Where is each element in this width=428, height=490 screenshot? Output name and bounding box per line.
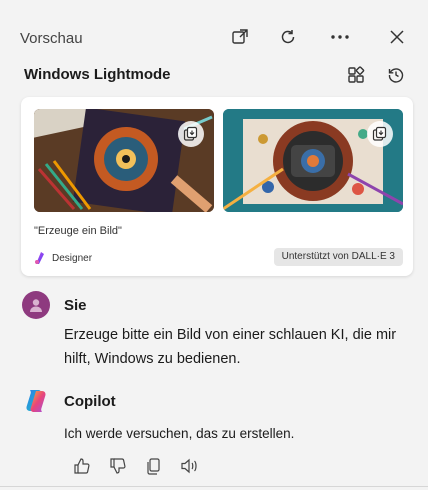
image-result-card: "Erzeuge ein Bild" Designer Unterstützt … — [21, 97, 413, 276]
save-image-icon[interactable] — [178, 121, 204, 147]
generated-image-1[interactable] — [34, 109, 214, 212]
user-name: Sie — [64, 297, 87, 314]
pane-title: Vorschau — [20, 30, 83, 47]
thumbs-up-icon[interactable] — [72, 456, 92, 476]
close-icon[interactable] — [386, 26, 408, 48]
refresh-icon[interactable] — [277, 26, 299, 48]
generated-image-2[interactable] — [223, 109, 403, 212]
dalle-badge: Unterstützt von DALL·E 3 — [273, 248, 403, 266]
divider — [0, 486, 428, 487]
save-image-icon[interactable] — [367, 121, 393, 147]
conversation-title: Windows Lightmode — [24, 66, 171, 83]
copilot-message-text: Ich werde versuchen, das zu erstellen. — [64, 426, 295, 441]
user-avatar — [22, 291, 50, 319]
copilot-logo-icon — [22, 387, 50, 415]
copy-icon[interactable] — [144, 456, 164, 476]
title-bar — [0, 0, 428, 56]
user-message-text: Erzeuge bitte ein Bild von einer schlaue… — [64, 327, 397, 367]
designer-logo-icon — [35, 252, 44, 264]
apps-icon[interactable] — [345, 64, 367, 86]
copilot-name: Copilot — [64, 393, 116, 410]
read-aloud-icon[interactable] — [180, 456, 200, 476]
more-icon[interactable] — [329, 26, 351, 48]
designer-source[interactable]: Designer — [34, 251, 92, 265]
designer-label: Designer — [52, 252, 93, 264]
message-actions — [72, 456, 200, 476]
history-icon[interactable] — [385, 64, 407, 86]
image-prompt-text: "Erzeuge ein Bild" — [34, 225, 122, 237]
open-external-icon[interactable] — [229, 26, 251, 48]
thumbs-down-icon[interactable] — [108, 456, 128, 476]
